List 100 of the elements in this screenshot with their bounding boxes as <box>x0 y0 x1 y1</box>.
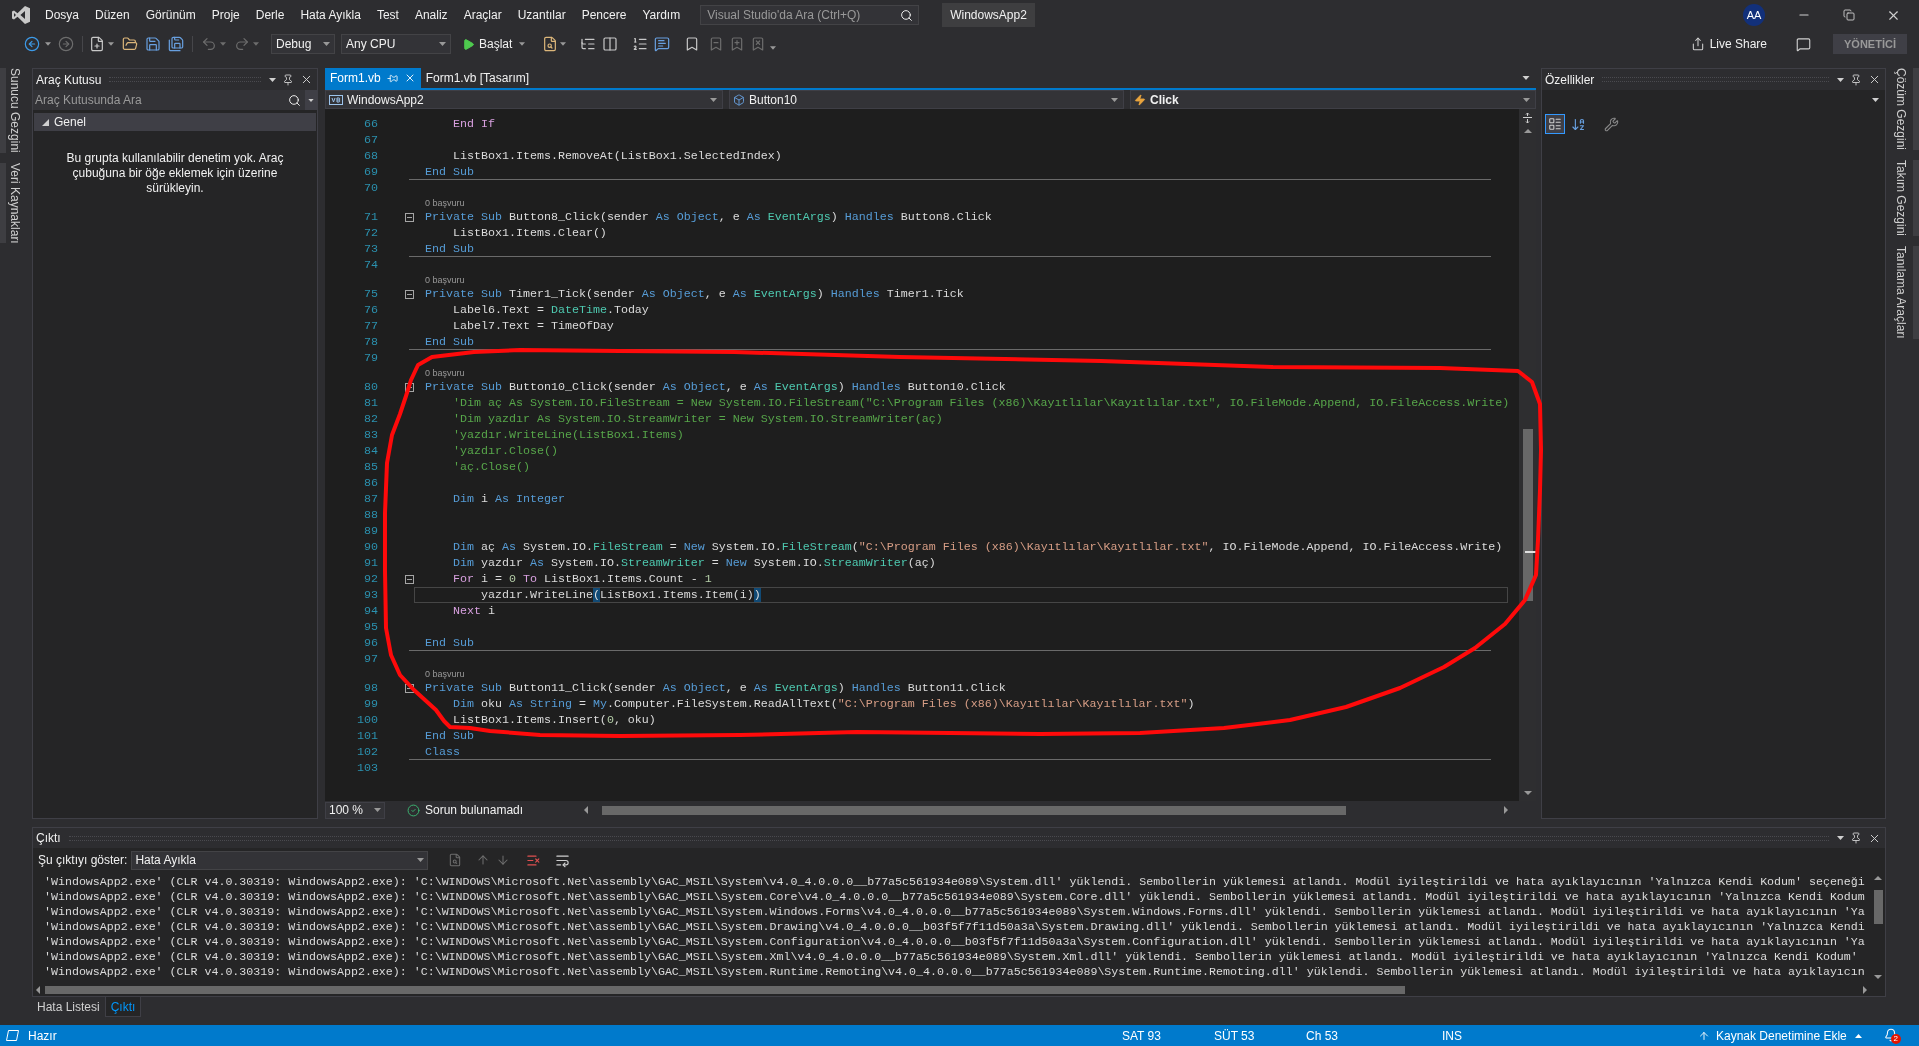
scroll-down-icon[interactable] <box>1523 791 1532 795</box>
pin-icon[interactable] <box>282 73 294 86</box>
new-file-icon[interactable] <box>89 36 105 52</box>
menu-item[interactable]: Test <box>368 4 407 26</box>
menu-item[interactable]: Pencere <box>573 4 635 26</box>
editor-tab[interactable]: Form1.vb [Tasarım] <box>420 68 535 88</box>
find-file-icon[interactable] <box>542 36 559 52</box>
caret-icon[interactable] <box>323 42 330 46</box>
menu-item[interactable]: Araçlar <box>455 4 510 26</box>
tree-list-icon[interactable] <box>580 36 597 52</box>
menu-item[interactable]: Hata Ayıkla <box>292 4 369 26</box>
split-editor-icon[interactable] <box>1523 113 1532 123</box>
collapse-icon[interactable] <box>405 684 414 693</box>
close-icon[interactable] <box>300 73 313 86</box>
menu-item[interactable]: Derle <box>247 4 293 26</box>
caret-icon[interactable] <box>1872 97 1879 102</box>
editor-tab[interactable]: Form1.vb <box>325 68 421 88</box>
output-source-dropdown[interactable]: Hata Ayıkla <box>131 850 429 870</box>
member-dropdown[interactable]: Click <box>1130 90 1536 109</box>
source-control-button[interactable]: Kaynak Denetimine Ekle <box>1698 1026 1862 1045</box>
wrench-icon[interactable] <box>1604 116 1619 132</box>
alphabetical-sort-icon[interactable] <box>1571 116 1586 132</box>
search-input[interactable]: Visual Studio'da Ara (Ctrl+Q) <box>701 6 897 24</box>
search-icon[interactable] <box>288 93 301 107</box>
collapse-icon[interactable] <box>405 383 414 392</box>
object-dropdown[interactable]: Button10 <box>729 90 1124 109</box>
pin-icon[interactable] <box>1850 73 1862 86</box>
menu-item[interactable]: Görünüm <box>137 4 204 26</box>
scroll-left-icon[interactable] <box>36 985 40 994</box>
columns-icon[interactable] <box>602 36 619 52</box>
caret-icon[interactable] <box>308 98 314 102</box>
caret-icon[interactable] <box>1522 76 1530 80</box>
close-icon[interactable] <box>1868 73 1881 86</box>
scrollbar-thumb[interactable] <box>45 985 1405 994</box>
open-folder-icon[interactable] <box>122 36 138 52</box>
clear-all-icon[interactable] <box>526 852 542 868</box>
caret-icon[interactable] <box>269 77 276 82</box>
reference-count-link[interactable]: 0 başvuru <box>425 275 465 286</box>
tool-window-tab[interactable]: Çıktı <box>104 997 142 1017</box>
scroll-up-icon[interactable] <box>1874 876 1882 880</box>
reference-count-link[interactable]: 0 başvuru <box>425 669 465 680</box>
caret-icon[interactable] <box>560 42 567 46</box>
reference-count-link[interactable]: 0 başvuru <box>425 368 465 379</box>
find-in-code-icon[interactable] <box>448 853 463 867</box>
pin-icon[interactable] <box>1850 832 1862 844</box>
caret-icon[interactable] <box>770 46 777 50</box>
undo-icon[interactable] <box>201 36 217 52</box>
caret-icon[interactable] <box>1523 97 1530 102</box>
caret-icon[interactable] <box>439 42 446 46</box>
scrollbar-thumb[interactable] <box>1873 890 1883 924</box>
back-icon[interactable] <box>24 36 40 52</box>
collapse-icon[interactable] <box>405 213 414 222</box>
menu-item[interactable]: Analiz <box>406 4 456 26</box>
caret-icon[interactable] <box>519 42 526 46</box>
caret-icon[interactable] <box>710 97 717 102</box>
reference-count-link[interactable]: 0 başvuru <box>425 198 465 209</box>
expander-icon[interactable] <box>42 118 49 126</box>
platform-dropdown[interactable]: Any CPU <box>341 34 451 54</box>
menu-item[interactable]: Uzantılar <box>509 4 574 26</box>
configuration-dropdown[interactable]: Debug <box>271 34 335 54</box>
ide-logo-icon[interactable] <box>11 5 31 25</box>
word-wrap-icon[interactable] <box>555 852 571 868</box>
project-dropdown[interactable]: WindowsApp2 <box>325 90 723 109</box>
zoom-dropdown[interactable]: 100 % <box>325 801 385 819</box>
scroll-up-icon[interactable] <box>1523 129 1532 133</box>
save-all-icon[interactable] <box>168 36 184 52</box>
play-icon[interactable] <box>462 37 475 51</box>
side-tab[interactable]: Takım Gezgini <box>1884 160 1919 237</box>
save-icon[interactable] <box>145 36 161 52</box>
menu-item[interactable]: Yardım <box>634 4 689 26</box>
caret-icon[interactable] <box>1837 77 1844 82</box>
account-avatar[interactable]: AA <box>1743 4 1765 26</box>
side-tab[interactable]: Tanılama Araçları <box>1884 246 1919 339</box>
caret-icon[interactable] <box>45 42 51 46</box>
caret-icon[interactable] <box>108 42 114 46</box>
scroll-right-icon[interactable] <box>1863 985 1867 994</box>
search-icon[interactable] <box>900 8 914 22</box>
caret-icon[interactable] <box>374 808 381 812</box>
previous-icon[interactable] <box>476 853 491 867</box>
menu-item[interactable]: Proje <box>203 4 248 26</box>
search-field[interactable]: Visual Studio'da Ara (Ctrl+Q) <box>700 5 920 25</box>
scroll-down-icon[interactable] <box>1874 975 1882 979</box>
toolbox-group-header[interactable]: Genel <box>34 113 316 131</box>
scrollbar-thumb[interactable] <box>602 805 1346 815</box>
ordered-list-icon[interactable] <box>632 36 649 52</box>
collapse-icon[interactable] <box>405 290 414 299</box>
categorized-icon[interactable] <box>1548 117 1562 131</box>
feedback-icon[interactable] <box>1796 36 1811 52</box>
side-tab[interactable]: Çözüm Gezgini <box>1884 68 1919 151</box>
live-share-button[interactable]: Live Share <box>1687 33 1770 55</box>
share-icon[interactable] <box>1690 37 1705 51</box>
menu-item[interactable]: Düzen <box>87 4 138 26</box>
scroll-right-icon[interactable] <box>1504 806 1508 814</box>
caret-icon[interactable] <box>417 858 425 862</box>
restore-icon[interactable] <box>1842 9 1855 21</box>
menu-item[interactable]: Dosya <box>37 4 87 26</box>
caret-icon[interactable] <box>1837 836 1844 840</box>
scrollbar-thumb[interactable] <box>1522 429 1533 601</box>
scroll-left-icon[interactable] <box>584 806 588 814</box>
caret-icon[interactable] <box>1111 97 1118 102</box>
